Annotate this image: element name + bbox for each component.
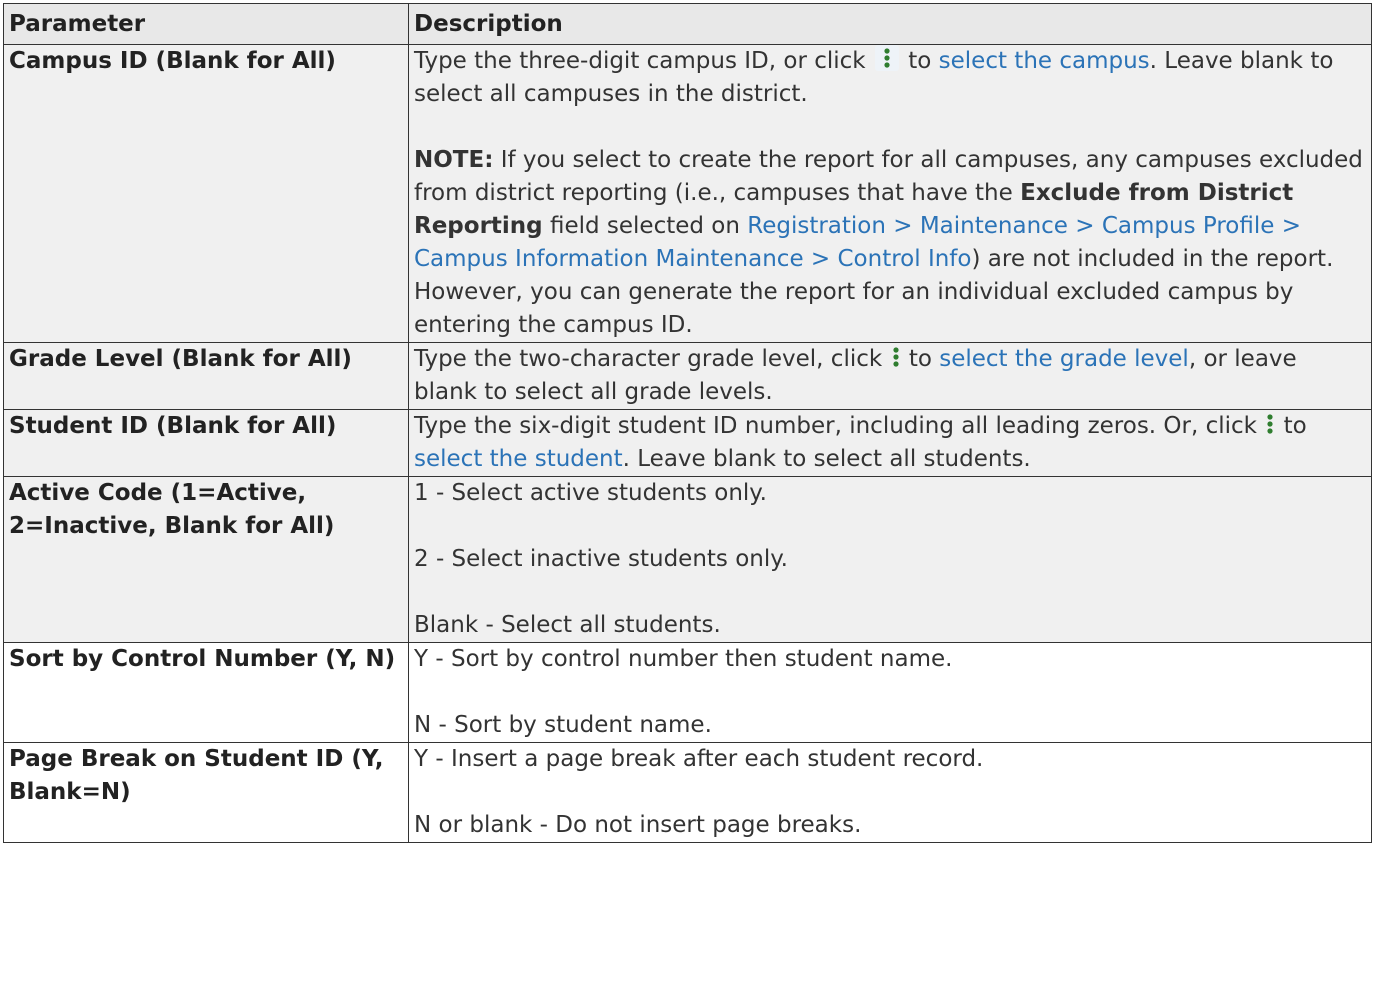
param-description: Type the six-digit student ID number, in…: [408, 409, 1372, 477]
option-line: 2 - Select inactive students only.: [414, 546, 788, 572]
description-text: to: [1283, 413, 1307, 439]
vertical-dots-icon[interactable]: [892, 347, 900, 367]
option-line: Y - Insert a page break after each stude…: [414, 746, 984, 772]
param-description: 1 - Select active students only. 2 - Sel…: [408, 476, 1372, 643]
param-name: Grade Level (Blank for All): [3, 342, 409, 410]
description-paragraph: Type the three-digit campus ID, or click…: [414, 45, 1366, 111]
param-name: Sort by Control Number (Y, N): [3, 642, 409, 743]
param-description: Y - Sort by control number then student …: [408, 642, 1372, 743]
param-name: Page Break on Student ID (Y, Blank=N): [3, 742, 409, 843]
description-text: Type the two-character grade level, clic…: [414, 346, 883, 372]
column-header-parameter: Parameter: [3, 3, 409, 45]
table-row: Grade Level (Blank for All) Type the two…: [3, 342, 1372, 410]
option-line: 1 - Select active students only.: [414, 480, 767, 506]
table-row: Active Code (1=Active, 2=Inactive, Blank…: [3, 476, 1372, 643]
vertical-dots-icon[interactable]: [874, 45, 899, 71]
param-description: Type the three-digit campus ID, or click…: [408, 44, 1372, 343]
table-row: Sort by Control Number (Y, N) Y - Sort b…: [3, 642, 1372, 743]
column-header-description: Description: [408, 3, 1372, 45]
table-row: Page Break on Student ID (Y, Blank=N) Y …: [3, 742, 1372, 843]
select-grade-level-link[interactable]: select the grade level: [939, 346, 1189, 372]
option-line: N - Sort by student name.: [414, 712, 712, 738]
select-campus-link[interactable]: select the campus: [939, 48, 1150, 74]
option-line: Y - Sort by control number then student …: [414, 646, 953, 672]
description-paragraph: Type the two-character grade level, clic…: [414, 343, 1366, 409]
option-line: N or blank - Do not insert page breaks.: [414, 812, 862, 838]
table-header-row: Parameter Description: [3, 3, 1372, 45]
description-text: to: [908, 346, 932, 372]
description-text: Type the six-digit student ID number, in…: [414, 413, 1257, 439]
note-text: field selected on: [542, 213, 748, 239]
param-name: Campus ID (Blank for All): [3, 44, 409, 343]
vertical-dots-icon[interactable]: [1266, 414, 1274, 434]
option-line: Blank - Select all students.: [414, 612, 721, 638]
param-description: Y - Insert a page break after each stude…: [408, 742, 1372, 843]
param-description: Type the two-character grade level, clic…: [408, 342, 1372, 410]
param-name: Student ID (Blank for All): [3, 409, 409, 477]
description-text: . Leave blank to select all students.: [622, 446, 1031, 472]
select-student-link[interactable]: select the student: [414, 446, 623, 472]
parameter-table: Parameter Description Campus ID (Blank f…: [3, 3, 1372, 843]
description-text: Type the three-digit campus ID, or click: [414, 48, 866, 74]
param-name: Active Code (1=Active, 2=Inactive, Blank…: [3, 476, 409, 643]
note-label: NOTE:: [414, 147, 494, 173]
note-paragraph: NOTE: If you select to create the report…: [414, 144, 1366, 342]
table-row: Campus ID (Blank for All) Type the three…: [3, 44, 1372, 343]
description-paragraph: Type the six-digit student ID number, in…: [414, 410, 1366, 476]
table-row: Student ID (Blank for All) Type the six-…: [3, 409, 1372, 477]
description-text: to: [908, 48, 932, 74]
